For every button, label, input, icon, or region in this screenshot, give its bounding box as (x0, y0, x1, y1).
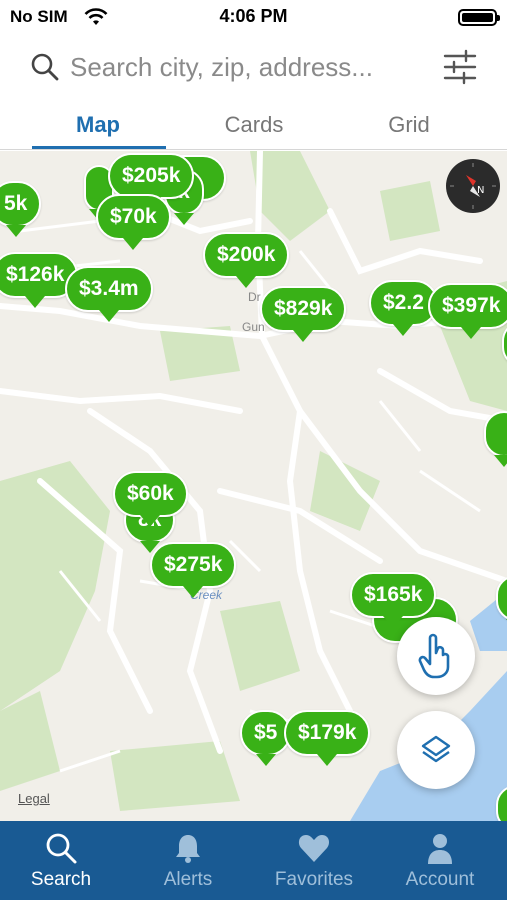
search-icon (46, 833, 77, 864)
heart-icon (298, 835, 330, 862)
svg-text:N: N (477, 185, 484, 196)
clock: 4:06 PM (219, 6, 288, 26)
price-pin[interactable]: $829k (260, 286, 347, 342)
price-pin[interactable]: $3.4m (65, 266, 153, 322)
draw-search-button[interactable] (397, 617, 475, 695)
nav-alerts[interactable]: Alerts (125, 821, 251, 900)
bell-icon (176, 835, 200, 863)
search-input[interactable]: Search city, zip, address... (70, 52, 373, 83)
tab-map[interactable]: Map (28, 112, 168, 138)
layers-icon (421, 735, 451, 763)
tab-grid[interactable]: Grid (339, 112, 479, 138)
price-pin[interactable]: $275k (150, 542, 237, 598)
street-label-gun: Gun (242, 320, 265, 334)
nav-account[interactable]: Account (377, 821, 503, 900)
nav-favorites[interactable]: Favorites (251, 821, 377, 900)
hand-pointer-icon (418, 633, 450, 679)
search-bar[interactable]: Search city, zip, address... (0, 38, 507, 98)
map-layers-button[interactable] (397, 711, 475, 789)
filter-sliders-icon[interactable] (443, 48, 477, 86)
battery-icon (458, 9, 500, 26)
price-pin[interactable]: $60k (113, 471, 188, 527)
price-pin[interactable]: $205k (108, 153, 195, 209)
street-label-dr: Dr (248, 290, 261, 304)
price-pin[interactable]: $179k (284, 710, 371, 766)
price-pin[interactable]: $397k (428, 283, 507, 339)
nav-search-label: Search (30, 869, 92, 890)
bottom-nav: Search Alerts Favorites Account (0, 821, 507, 900)
nav-search[interactable]: Search (0, 821, 124, 900)
status-bar: No SIM 4:06 PM (0, 0, 507, 34)
price-pin[interactable]: $200k (203, 232, 290, 288)
active-tab-indicator (32, 146, 166, 149)
map-view[interactable]: Gun Creek Dr N 5k k $205k $70k $200k $12… (0, 151, 507, 821)
price-pin[interactable]: $70k (96, 194, 171, 250)
nav-account-label: Account (405, 869, 475, 890)
nav-alerts-label: Alerts (163, 869, 213, 890)
view-tabs: Map Cards Grid (0, 100, 507, 150)
search-icon (31, 53, 59, 81)
price-pin[interactable]: $165k (350, 572, 437, 628)
nav-favorites-label: Favorites (274, 869, 354, 890)
compass-icon[interactable]: N (446, 159, 500, 213)
legal-link[interactable]: Legal (18, 791, 50, 806)
person-icon (428, 834, 452, 864)
tab-cards[interactable]: Cards (184, 112, 324, 138)
